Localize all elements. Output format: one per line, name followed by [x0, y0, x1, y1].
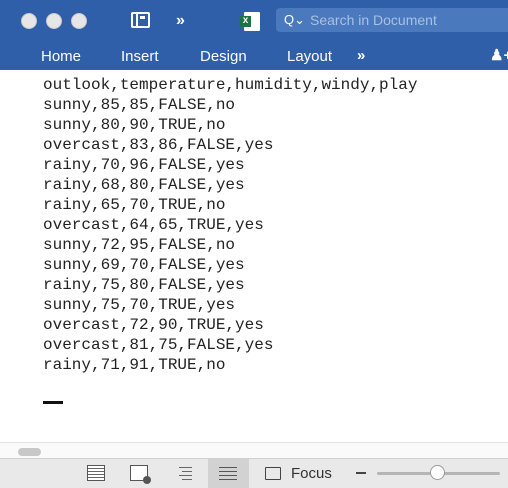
title-bar: » Q⌄ Search in Document — [0, 0, 508, 44]
focus-icon[interactable] — [265, 467, 281, 480]
document-line[interactable]: overcast,64,65,TRUE,yes — [43, 215, 264, 235]
tab-layout[interactable]: Layout — [287, 47, 332, 67]
tab-home[interactable]: Home — [41, 47, 81, 67]
ribbon-tabs: Home Insert Design Layout » ♟+ — [0, 44, 508, 70]
document-line[interactable]: overcast,72,90,TRUE,yes — [43, 315, 264, 335]
status-bar: Focus — [0, 458, 508, 488]
sidebar-toggle-icon[interactable] — [131, 12, 150, 28]
horizontal-scrollbar[interactable] — [0, 442, 508, 459]
document-line[interactable]: outlook,temperature,humidity,windy,play — [43, 75, 417, 95]
zoom-out-icon[interactable] — [356, 472, 366, 474]
document-icon[interactable] — [240, 12, 260, 31]
zoom-slider-knob[interactable] — [429, 465, 445, 480]
document-line[interactable]: sunny,72,95,FALSE,no — [43, 235, 235, 255]
document-line[interactable]: overcast,83,86,FALSE,yes — [43, 135, 273, 155]
search-placeholder: Search in Document — [310, 12, 437, 28]
scrollbar-thumb[interactable] — [18, 448, 41, 456]
tab-insert[interactable]: Insert — [121, 47, 159, 67]
web-layout-view-icon[interactable] — [130, 465, 151, 484]
draft-view-icon[interactable] — [87, 465, 105, 481]
search-input[interactable]: Q⌄ Search in Document — [276, 8, 508, 32]
text-cursor — [43, 401, 63, 404]
document-line[interactable]: sunny,80,90,TRUE,no — [43, 115, 225, 135]
tab-design[interactable]: Design — [200, 47, 247, 67]
ribbon-overflow-chevron-icon[interactable]: » — [357, 46, 365, 66]
focus-button[interactable]: Focus — [291, 465, 332, 482]
document-line[interactable]: rainy,70,96,FALSE,yes — [43, 155, 245, 175]
document-line[interactable]: rainy,65,70,TRUE,no — [43, 195, 225, 215]
document-line[interactable]: sunny,69,70,FALSE,yes — [43, 255, 245, 275]
zoom-window-button[interactable] — [71, 13, 87, 29]
document-line[interactable]: rainy,68,80,FALSE,yes — [43, 175, 245, 195]
toolbar-overflow-chevron-icon[interactable]: » — [176, 13, 185, 29]
print-layout-view-button[interactable] — [208, 459, 249, 488]
print-layout-icon — [219, 467, 237, 480]
document-line[interactable]: sunny,75,70,TRUE,yes — [43, 295, 235, 315]
document-line[interactable]: rainy,71,91,TRUE,no — [43, 355, 225, 375]
document-line[interactable]: overcast,81,75,FALSE,yes — [43, 335, 273, 355]
share-icon[interactable]: ♟+ — [490, 46, 508, 64]
close-window-button[interactable] — [21, 13, 37, 29]
minimize-window-button[interactable] — [46, 13, 62, 29]
search-icon[interactable]: Q⌄ — [284, 8, 305, 32]
document-line[interactable]: sunny,85,85,FALSE,no — [43, 95, 235, 115]
outline-view-icon[interactable] — [175, 465, 193, 481]
document-line[interactable]: rainy,75,80,FALSE,yes — [43, 275, 245, 295]
document-canvas[interactable]: outlook,temperature,humidity,windy,play … — [0, 70, 508, 442]
